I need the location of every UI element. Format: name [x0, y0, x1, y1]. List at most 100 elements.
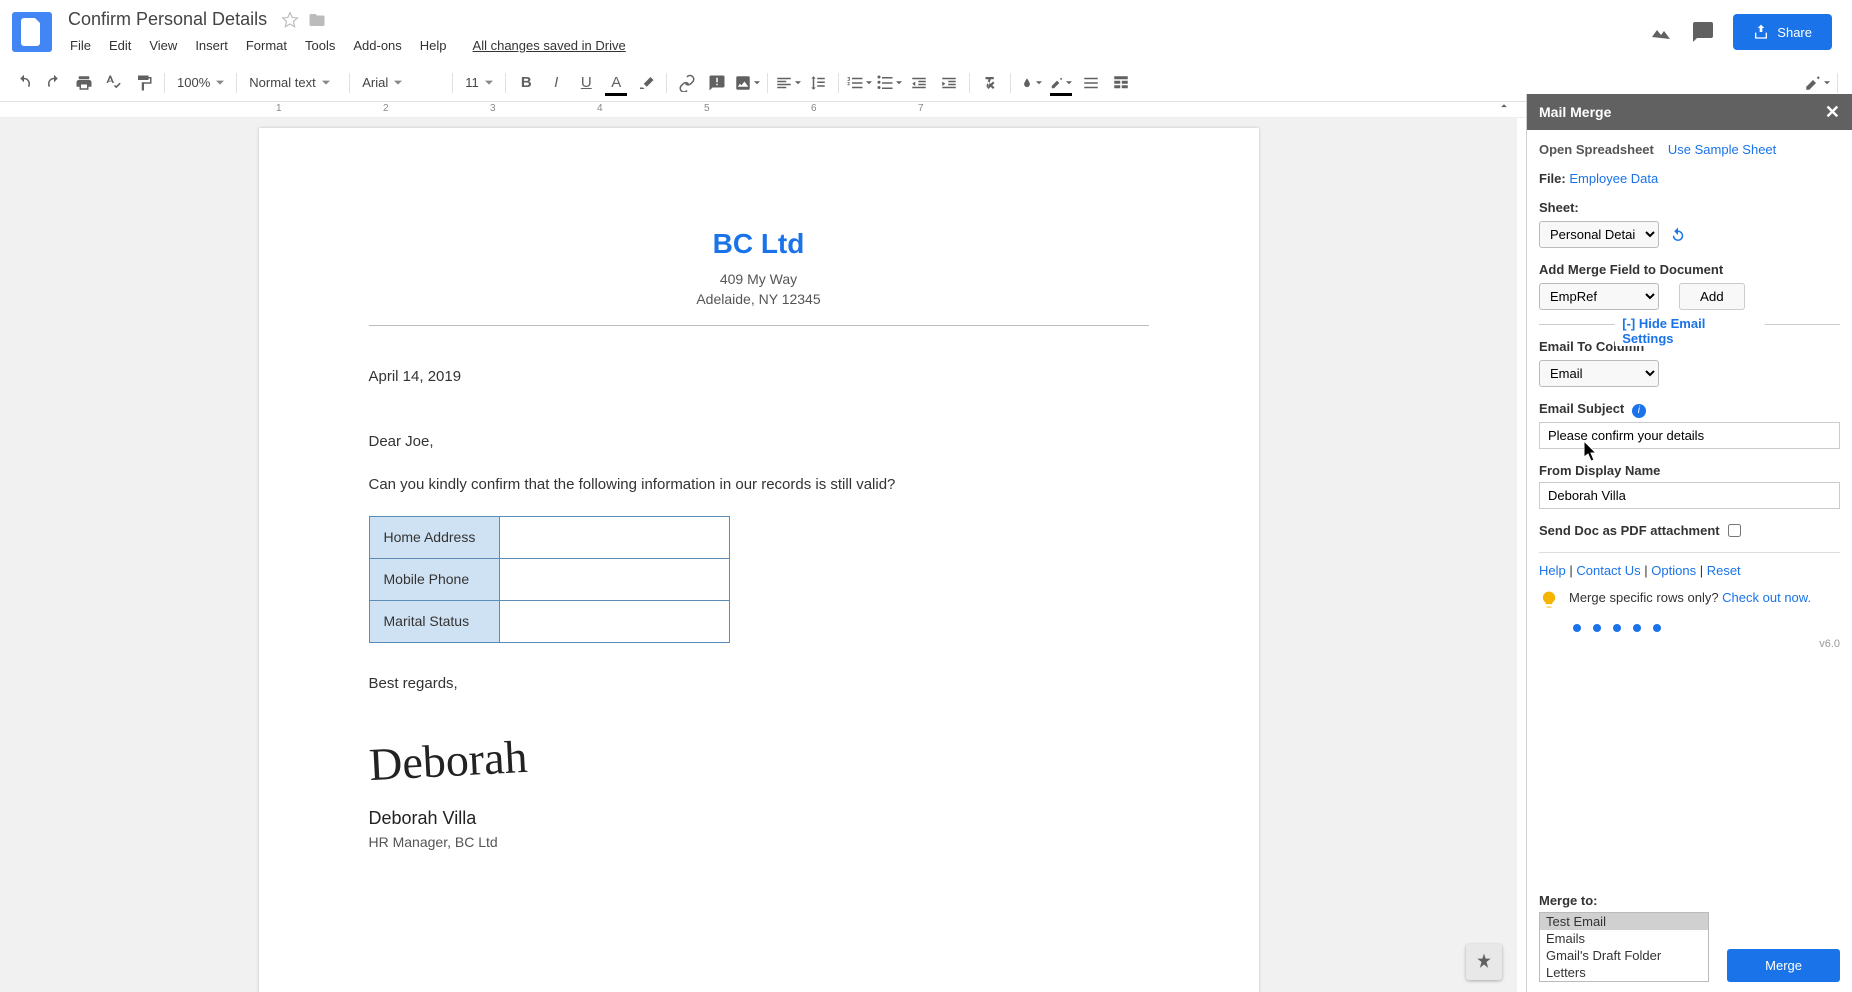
mail-merge-sidebar: Mail Merge ✕ Open Spreadsheet Use Sample… [1526, 94, 1852, 992]
style-select[interactable]: Normal text [243, 69, 343, 97]
menu-addons[interactable]: Add-ons [345, 34, 409, 57]
outdent-button[interactable] [905, 69, 933, 97]
table-button[interactable] [1107, 69, 1135, 97]
menu-tools[interactable]: Tools [297, 34, 343, 57]
sheet-label: Sheet: [1539, 200, 1840, 215]
pdf-attach-checkbox[interactable] [1728, 524, 1741, 537]
text-color-button[interactable]: A [602, 69, 630, 97]
tip-link[interactable]: Check out now. [1722, 590, 1811, 605]
menu-file[interactable]: File [62, 34, 99, 57]
clear-format-button[interactable] [976, 69, 1004, 97]
comment-button[interactable] [703, 69, 731, 97]
company-address-1: 409 My Way [369, 270, 1149, 290]
refresh-icon[interactable] [1669, 226, 1687, 244]
paint-format-button[interactable] [130, 69, 158, 97]
letter-regards: Best regards, [369, 673, 1149, 696]
merge-to-label: Merge to: [1539, 893, 1840, 908]
menu-help[interactable]: Help [412, 34, 455, 57]
merge-button[interactable]: Merge [1727, 949, 1840, 982]
link-button[interactable] [673, 69, 701, 97]
table-row-label: Mobile Phone [369, 559, 499, 601]
menu-format[interactable]: Format [238, 34, 295, 57]
tip-text: Merge specific rows only? Check out now. [1569, 590, 1811, 605]
explore-button[interactable] [1466, 944, 1502, 980]
lightbulb-icon [1539, 590, 1559, 610]
editing-mode-button[interactable] [1803, 69, 1831, 97]
info-icon[interactable]: i [1632, 404, 1646, 418]
image-button[interactable] [733, 69, 761, 97]
info-table: Home Address Mobile Phone Marital Status [369, 516, 730, 643]
folder-icon[interactable] [307, 11, 327, 29]
numbered-list-button[interactable] [845, 69, 873, 97]
merge-field-select[interactable]: EmpRef [1539, 283, 1659, 310]
spellcheck-button[interactable] [100, 69, 128, 97]
star-icon[interactable] [281, 11, 299, 29]
comments-icon[interactable] [1691, 20, 1715, 44]
highlight-button[interactable] [632, 69, 660, 97]
undo-button[interactable] [10, 69, 38, 97]
add-field-button[interactable]: Add [1679, 283, 1745, 310]
add-field-label: Add Merge Field to Document [1539, 262, 1840, 277]
share-button[interactable]: Share [1733, 14, 1832, 50]
file-label: File: [1539, 171, 1566, 186]
merge-to-list[interactable]: Test Email Emails Gmail's Draft Folder L… [1539, 912, 1709, 982]
menu-insert[interactable]: Insert [187, 34, 236, 57]
open-spreadsheet-link[interactable]: Open Spreadsheet [1539, 142, 1654, 157]
use-sample-link[interactable]: Use Sample Sheet [1668, 142, 1776, 157]
menu-bar: File Edit View Insert Format Tools Add-o… [62, 34, 1649, 57]
activity-icon[interactable] [1649, 20, 1673, 44]
reset-link[interactable]: Reset [1707, 563, 1741, 578]
company-address-2: Adelaide, NY 12345 [369, 290, 1149, 310]
document-page: BC Ltd 409 My Way Adelaide, NY 12345 Apr… [259, 128, 1259, 992]
align-button[interactable] [774, 69, 802, 97]
border-style-button[interactable] [1077, 69, 1105, 97]
menu-view[interactable]: View [141, 34, 185, 57]
contact-link[interactable]: Contact Us [1576, 563, 1640, 578]
signature-image: Deborah [367, 722, 529, 799]
letter-date: April 14, 2019 [369, 366, 1149, 389]
merge-option[interactable]: Letters [1540, 964, 1708, 981]
bullet-list-button[interactable] [875, 69, 903, 97]
font-select[interactable]: Arial [356, 69, 446, 97]
border-color-button[interactable] [1017, 69, 1045, 97]
email-subject-label: Email Subject [1539, 401, 1624, 416]
company-name: BC Ltd [369, 228, 1149, 260]
border-weight-button[interactable] [1047, 69, 1075, 97]
merge-option[interactable]: Emails [1540, 930, 1708, 947]
zoom-select[interactable]: 100% [171, 69, 230, 97]
indent-button[interactable] [935, 69, 963, 97]
merge-option[interactable]: Gmail's Draft Folder [1540, 947, 1708, 964]
file-link[interactable]: Employee Data [1569, 171, 1658, 186]
share-label: Share [1777, 25, 1812, 40]
options-link[interactable]: Options [1651, 563, 1696, 578]
collapse-sidebar-icon[interactable] [1492, 96, 1516, 116]
letter-greeting: Dear Joe, [369, 431, 1149, 454]
menu-edit[interactable]: Edit [101, 34, 139, 57]
help-link[interactable]: Help [1539, 563, 1566, 578]
email-to-select[interactable]: Email [1539, 360, 1659, 387]
underline-button[interactable]: U [572, 69, 600, 97]
carousel-dots[interactable] [1539, 624, 1840, 632]
italic-button[interactable]: I [542, 69, 570, 97]
docs-logo-icon[interactable] [12, 12, 52, 52]
sidebar-title: Mail Merge [1539, 104, 1611, 120]
close-icon[interactable]: ✕ [1825, 102, 1840, 123]
pdf-attach-label: Send Doc as PDF attachment [1539, 523, 1720, 538]
from-display-label: From Display Name [1539, 463, 1840, 478]
save-status[interactable]: All changes saved in Drive [465, 34, 634, 57]
version-label: v6.0 [1539, 638, 1840, 650]
fontsize-select[interactable]: 11 [459, 69, 499, 97]
letter-body: Can you kindly confirm that the followin… [369, 474, 1149, 497]
email-subject-input[interactable] [1539, 422, 1840, 449]
bold-button[interactable]: B [512, 69, 540, 97]
redo-button[interactable] [40, 69, 68, 97]
merge-option[interactable]: Test Email [1540, 913, 1708, 930]
print-button[interactable] [70, 69, 98, 97]
sheet-select[interactable]: Personal Details [1539, 221, 1659, 248]
document-title[interactable]: Confirm Personal Details [62, 7, 273, 32]
hide-email-settings-link[interactable]: [-] Hide Email Settings [1614, 316, 1765, 346]
from-display-input[interactable] [1539, 482, 1840, 509]
line-spacing-button[interactable] [804, 69, 832, 97]
table-row-label: Marital Status [369, 601, 499, 643]
sender-name: Deborah Villa [369, 805, 1149, 832]
